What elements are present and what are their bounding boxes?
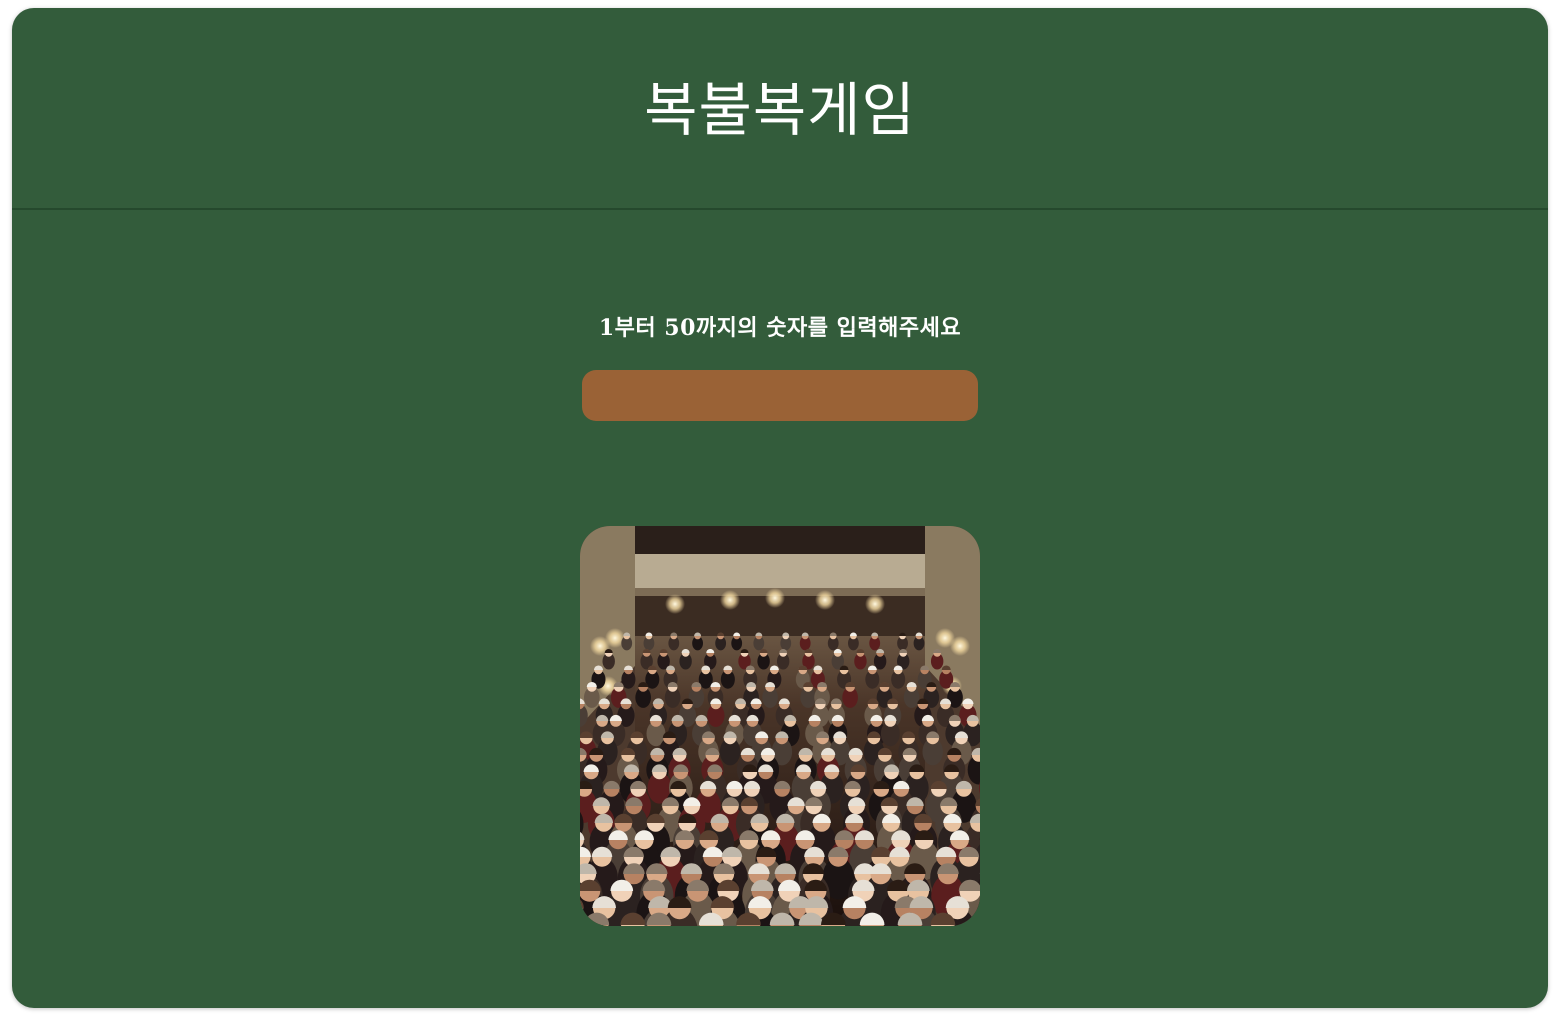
audience-applause-photo: [580, 526, 980, 926]
game-card: 복불복게임 1부터 50까지의 숫자를 입력해주세요: [12, 8, 1548, 1008]
number-prompt: 1부터 50까지의 숫자를 입력해주세요: [598, 315, 962, 341]
number-input[interactable]: [582, 370, 978, 421]
page-title: 복불복게임: [644, 76, 916, 144]
header: 복불복게임: [12, 8, 1548, 210]
